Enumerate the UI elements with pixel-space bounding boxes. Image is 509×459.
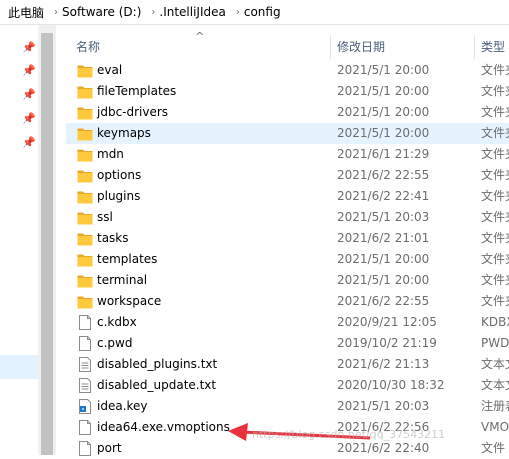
watermark: https://blog.csdn.net/qq_37543211 [252,428,446,441]
annotation-arrow [228,423,371,441]
